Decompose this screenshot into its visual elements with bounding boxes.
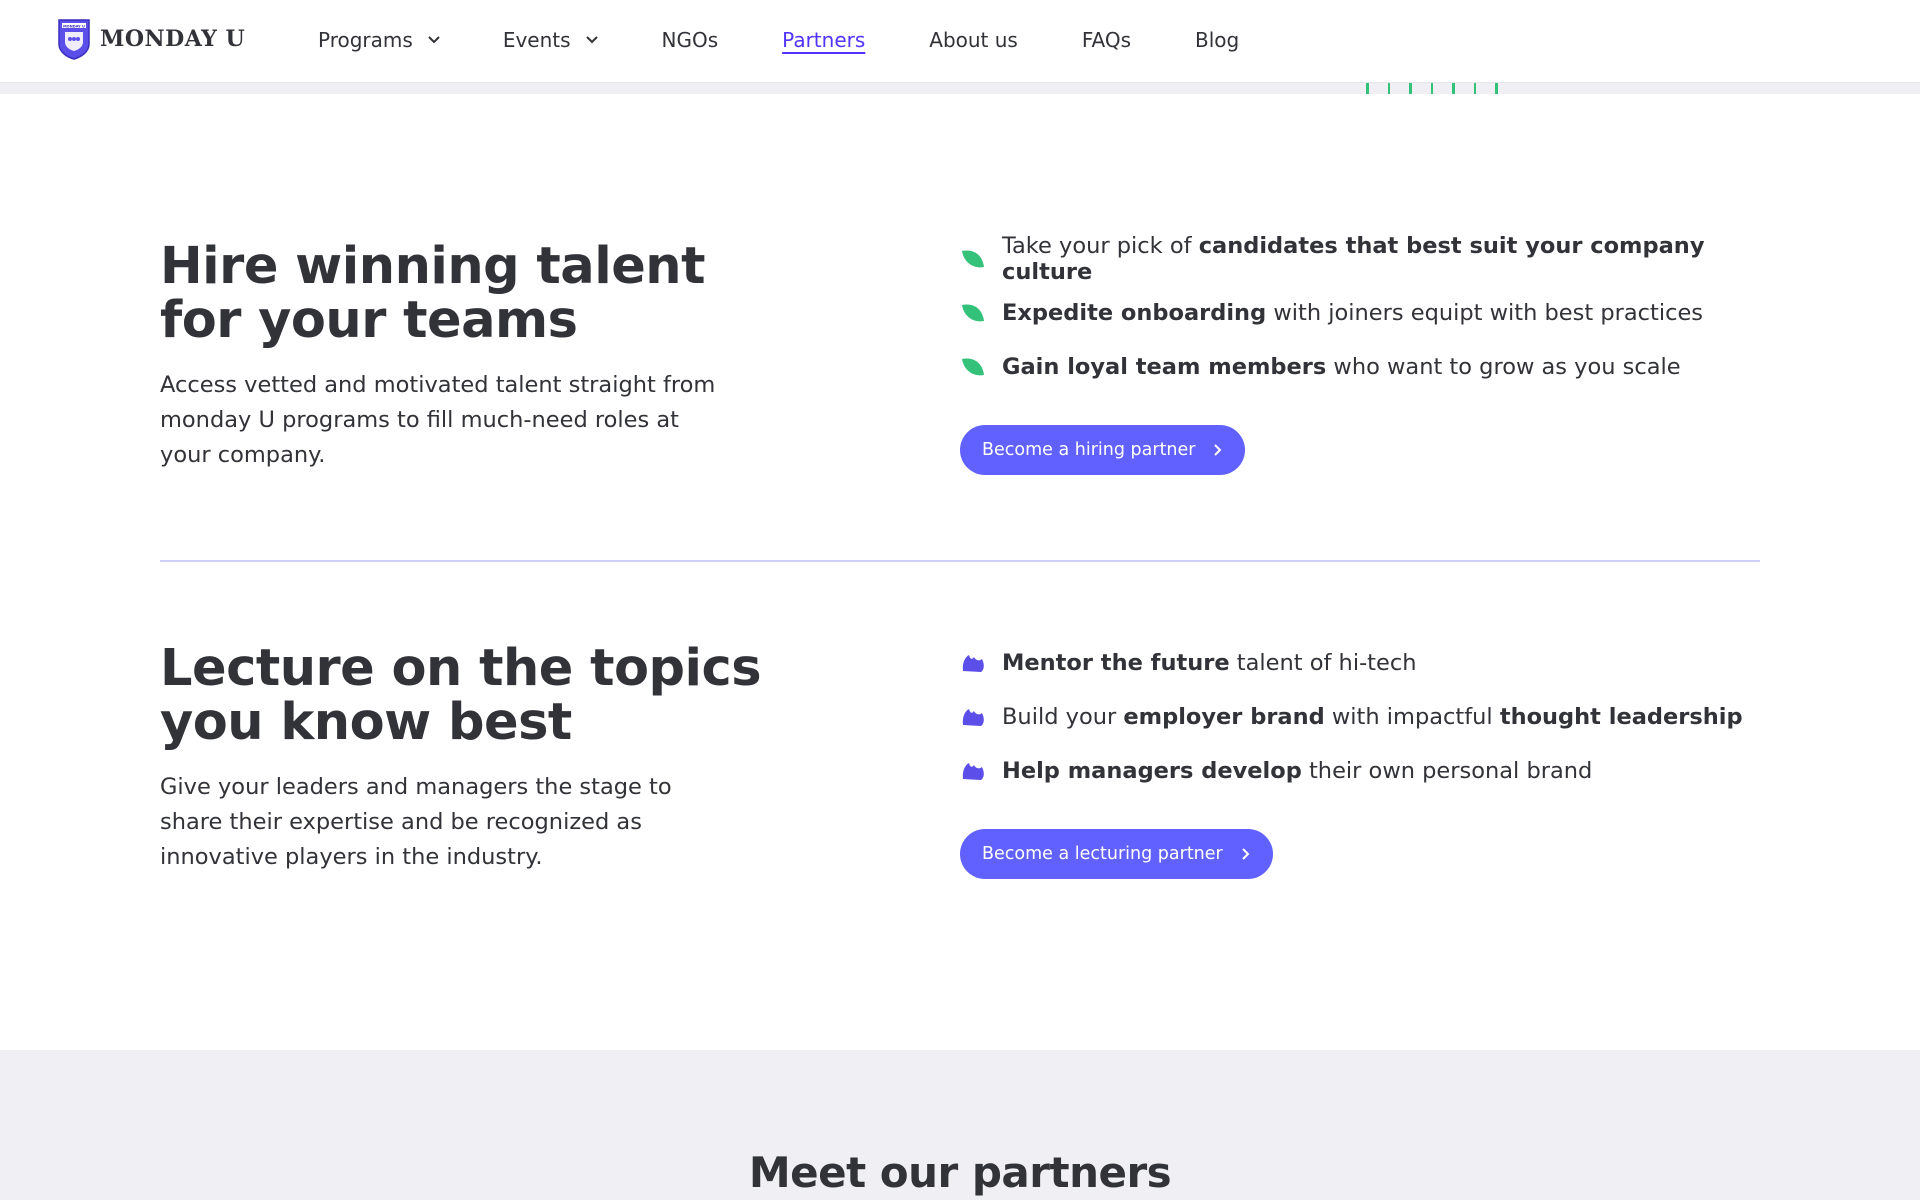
- bullet-text-bold: Help managers develop: [1002, 758, 1302, 784]
- lecturing-section: Lecture on the topics you know best Give…: [160, 636, 1760, 896]
- nav-faqs[interactable]: FAQs: [1082, 28, 1131, 52]
- logo-wordmark: MONDAY U: [100, 26, 246, 52]
- bullet-text-post: who want to grow as you scale: [1326, 354, 1681, 380]
- lecturing-headline: Lecture on the topics you know best: [160, 639, 762, 752]
- hiring-headline: Hire winning talent for your teams: [160, 240, 705, 348]
- lecturing-headline-line1: Lecture on the topics: [160, 639, 762, 698]
- bullet-text-pre: Take your pick of: [1002, 233, 1199, 259]
- nav-about-us[interactable]: About us: [929, 28, 1018, 52]
- main-nav: Programs Events NGOs Partners About us F…: [318, 0, 1239, 80]
- hiring-headline-line2: for your teams: [160, 291, 578, 350]
- bullet-text: Gain loyal team members who want to grow…: [1002, 354, 1681, 380]
- green-leaf-icon: [962, 250, 984, 268]
- svg-text:MONDAY U: MONDAY U: [63, 24, 85, 28]
- hiring-section: Hire winning talent for your teams Acces…: [160, 232, 1760, 492]
- section-divider: [160, 560, 1760, 562]
- bullet-text-post: talent of hi-tech: [1229, 650, 1417, 676]
- logo-link[interactable]: MONDAY U MONDAY U: [57, 18, 245, 60]
- nav-programs[interactable]: Programs: [318, 28, 441, 52]
- lecturing-benefits-list: Mentor the future talent of hi-tech Buil…: [960, 636, 1743, 798]
- bullet-text-pre: Build your: [1002, 704, 1124, 730]
- purple-bloom-icon: [962, 709, 984, 726]
- nav-partners[interactable]: Partners: [782, 28, 865, 52]
- bullet-text-bold: Gain loyal team members: [1002, 354, 1327, 380]
- green-leaf-icon: [962, 358, 984, 376]
- bullet-text-bold: Mentor the future: [1002, 650, 1230, 676]
- button-label: Become a lecturing partner: [982, 844, 1223, 864]
- tick-mark: [1495, 83, 1498, 94]
- tick-mark: [1452, 83, 1455, 94]
- bullet-text: Help managers develop their own personal…: [1002, 758, 1592, 784]
- button-label: Become a hiring partner: [982, 440, 1196, 460]
- nav-ngos[interactable]: NGOs: [662, 28, 719, 52]
- list-item: Mentor the future talent of hi-tech: [960, 636, 1743, 690]
- tick-mark: [1473, 83, 1476, 94]
- green-leaf-icon: [962, 304, 984, 322]
- tick-mark: [1430, 83, 1433, 94]
- chevron-down-icon: [585, 36, 598, 44]
- hero-bottom-strip: [0, 83, 1920, 94]
- bullet-text: Mentor the future talent of hi-tech: [1002, 650, 1416, 676]
- chevron-down-icon: [428, 36, 440, 44]
- hiring-description: Access vetted and motivated talent strai…: [160, 372, 716, 468]
- bullet-text: Take your pick of candidates that best s…: [1002, 233, 1760, 285]
- bullet-text: Expedite onboarding with joiners equipt …: [1002, 300, 1703, 326]
- decorative-ticks: [1366, 83, 1498, 94]
- become-lecturing-partner-button[interactable]: Become a lecturing partner: [960, 829, 1273, 879]
- bullet-text-post: with joiners equipt with best practices: [1266, 300, 1704, 326]
- list-item: Expedite onboarding with joiners equipt …: [960, 286, 1760, 340]
- lecturing-description: Give your leaders and managers the stage…: [160, 774, 672, 870]
- partners-title: Meet our partners: [748, 1148, 1172, 1197]
- list-item: Gain loyal team members who want to grow…: [960, 340, 1760, 394]
- tick-mark: [1409, 83, 1412, 94]
- bullet-text-bold: thought leadership: [1499, 704, 1743, 730]
- crest-logo-icon: MONDAY U: [58, 19, 90, 60]
- list-item: Build your employer brand with impactful…: [960, 690, 1743, 744]
- site-header: MONDAY U MONDAY U Programs Events NGOs P…: [0, 0, 1920, 83]
- list-item: Take your pick of candidates that best s…: [960, 232, 1760, 286]
- bullet-text-bold: Expedite onboarding: [1002, 300, 1267, 326]
- nav-events-label: Events: [502, 28, 571, 52]
- list-item: Help managers develop their own personal…: [960, 744, 1743, 798]
- tick-mark: [1387, 83, 1390, 94]
- hiring-headline-line1: Hire winning talent: [160, 237, 705, 296]
- chevron-right-icon: [1214, 444, 1222, 456]
- nav-events[interactable]: Events: [503, 28, 599, 52]
- bullet-text-bold: employer brand: [1123, 704, 1325, 730]
- nav-programs-label: Programs: [318, 28, 413, 52]
- nav-blog[interactable]: Blog: [1195, 28, 1239, 52]
- hiring-benefits-list: Take your pick of candidates that best s…: [960, 232, 1760, 394]
- bullet-text: Build your employer brand with impactful…: [1002, 704, 1743, 730]
- bullet-text-mid: with impactful: [1324, 704, 1500, 730]
- lecturing-headline-line2: you know best: [160, 693, 572, 752]
- tick-mark: [1366, 83, 1369, 94]
- purple-bloom-icon: [962, 655, 984, 672]
- bullet-text-post: their own personal brand: [1301, 758, 1593, 784]
- purple-bloom-icon: [962, 763, 984, 780]
- chevron-right-icon: [1242, 848, 1250, 860]
- become-hiring-partner-button[interactable]: Become a hiring partner: [960, 425, 1246, 475]
